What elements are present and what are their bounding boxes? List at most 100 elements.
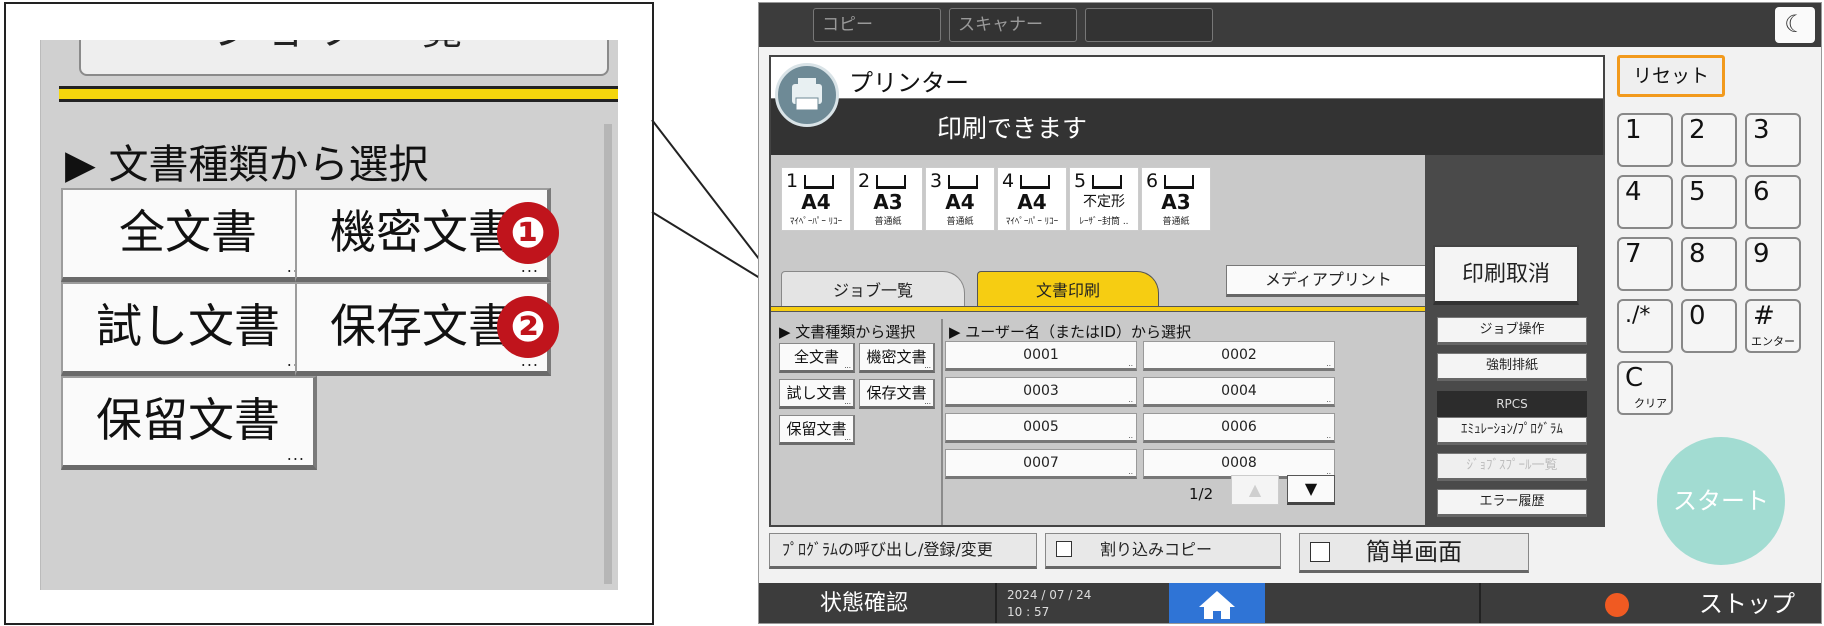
key-0[interactable]: 0 xyxy=(1681,299,1737,353)
user-button-0004[interactable]: 0004.. xyxy=(1143,377,1335,407)
user-button-0006[interactable]: 0006.. xyxy=(1143,413,1335,443)
tray-type: ﾏｲﾍﾟｰﾊﾟｰ ﾘｺｰ xyxy=(1005,217,1059,227)
key-label: 8 xyxy=(1689,239,1706,269)
key-5[interactable]: 5 xyxy=(1681,175,1737,229)
tray-number: 3 xyxy=(930,170,943,192)
user-button-0003[interactable]: 0003.. xyxy=(945,377,1137,407)
more-dots: .. xyxy=(1326,396,1331,404)
confidential-docs-button[interactable]: 機密文書... xyxy=(859,343,935,373)
user-button-0007[interactable]: 0007.. xyxy=(945,449,1137,479)
program-recall-button[interactable]: ﾌﾟﾛｸﾞﾗﾑの呼び出し/登録/変更 xyxy=(769,533,1037,569)
emulation-program-button[interactable]: ｴﾐｭﾚｰｼｮﾝ/ﾌﾟﾛｸﾞﾗﾑ xyxy=(1437,417,1587,445)
user-label: 0002 xyxy=(1221,347,1257,363)
page-down-button[interactable]: ▼ xyxy=(1287,475,1335,505)
button-label: 保存文書 xyxy=(866,384,927,402)
tray-icon xyxy=(804,175,834,189)
tab-empty[interactable] xyxy=(1085,8,1213,42)
simple-screen-button[interactable]: 簡単画面 xyxy=(1299,533,1529,573)
top-bar: コピー スキャナー ☾ xyxy=(759,3,1821,47)
key-label: 3 xyxy=(1753,115,1770,145)
bottom-separator xyxy=(1479,583,1481,623)
tray-number: 2 xyxy=(858,170,871,192)
button-label: 全文書 xyxy=(793,348,839,366)
media-print-button[interactable]: メディアプリント xyxy=(1226,265,1431,297)
zoom-all-docs-button[interactable]: 全文書... xyxy=(61,188,317,282)
checkbox-icon xyxy=(1310,542,1330,562)
tray-1: 1 A4 ﾏｲﾍﾟｰﾊﾟｰ ﾘｺｰ xyxy=(781,167,851,231)
start-button[interactable]: スタート xyxy=(1657,437,1785,565)
key-label: 7 xyxy=(1625,239,1642,269)
home-button[interactable] xyxy=(1169,583,1265,623)
key-dot-star[interactable]: ./* xyxy=(1617,299,1673,353)
key-sublabel: エンター xyxy=(1751,335,1795,348)
more-dots: ... xyxy=(844,398,851,406)
moon-icon[interactable]: ☾ xyxy=(1775,7,1815,43)
status-check-button[interactable]: 状態確認 xyxy=(799,587,929,621)
key-enter[interactable]: # エンター xyxy=(1745,299,1801,353)
tray-icon xyxy=(1020,175,1050,189)
user-button-0005[interactable]: 0005.. xyxy=(945,413,1137,443)
error-log-button[interactable]: エラー履歴 xyxy=(1437,489,1587,517)
app-title: プリンター xyxy=(849,69,969,97)
all-docs-button[interactable]: 全文書... xyxy=(779,343,855,373)
key-1[interactable]: 1 xyxy=(1617,113,1673,167)
key-7[interactable]: 7 xyxy=(1617,237,1673,291)
key-3[interactable]: 3 xyxy=(1745,113,1801,167)
tab-copy[interactable]: コピー xyxy=(813,8,941,42)
more-dots: .. xyxy=(1128,396,1133,404)
reset-button[interactable]: リセット xyxy=(1617,55,1725,97)
printer-screen: プリンター 印刷できます 1 A4 ﾏｲﾍﾟｰﾊﾟｰ ﾘｺｰ 2 A3 普通紙 … xyxy=(769,55,1605,527)
key-6[interactable]: 6 xyxy=(1745,175,1801,229)
zoom-yellow-bar xyxy=(59,86,618,102)
tray-type: 普通紙 xyxy=(1162,217,1190,227)
force-eject-button[interactable]: 強制排紙 xyxy=(1437,353,1587,381)
key-2[interactable]: 2 xyxy=(1681,113,1737,167)
tab-job-list[interactable]: ジョブ一覧 xyxy=(781,271,965,307)
tray-6: 6 A3 普通紙 xyxy=(1141,167,1211,231)
zoom-section-title: ▶ 文書種類から選択 xyxy=(65,142,429,188)
stop-icon xyxy=(1605,593,1629,617)
key-label: 5 xyxy=(1689,177,1706,207)
interrupt-copy-button[interactable]: 割り込みコピー xyxy=(1045,533,1281,569)
more-dots: ... xyxy=(844,362,851,370)
key-label: 6 xyxy=(1753,177,1770,207)
key-label: 1 xyxy=(1625,115,1642,145)
key-label: C xyxy=(1625,363,1644,393)
user-label: 0005 xyxy=(1023,419,1059,435)
more-dots: .. xyxy=(1326,432,1331,440)
tray-icon xyxy=(948,175,978,189)
sample-docs-button[interactable]: 試し文書... xyxy=(779,379,855,409)
key-4[interactable]: 4 xyxy=(1617,175,1673,229)
zoom-button-label: 機密文書 xyxy=(330,205,514,259)
cancel-print-button[interactable]: 印刷取消 xyxy=(1433,245,1579,305)
tab-document-print[interactable]: 文書印刷 xyxy=(977,271,1159,307)
stop-button[interactable]: ストップ xyxy=(1699,587,1795,621)
right-function-panel: 印刷取消 ジョブ操作 強制排紙 RPCS ｴﾐｭﾚｰｼｮﾝ/ﾌﾟﾛｸﾞﾗﾑ ｼﾞ… xyxy=(1425,155,1605,527)
job-spool-list-button[interactable]: ｼﾞｮﾌﾞｽﾌﾟｰﾙ一覧 xyxy=(1437,453,1587,481)
page-up-button[interactable]: ▲ xyxy=(1231,475,1279,505)
zoom-sample-docs-button[interactable]: 試し文書... xyxy=(61,282,317,376)
key-label: 0 xyxy=(1689,301,1706,331)
tray-size: 不定形 xyxy=(1083,194,1125,210)
section-divider xyxy=(941,319,943,525)
button-label: 保留文書 xyxy=(786,420,847,438)
key-clear[interactable]: C クリア xyxy=(1617,361,1673,415)
held-docs-button[interactable]: 保留文書... xyxy=(779,415,855,445)
device-panel: コピー スキャナー ☾ プリンター 印刷できます 1 A4 ﾏｲﾍﾟｰﾊﾟｰ ﾘ… xyxy=(758,2,1822,624)
job-operation-button[interactable]: ジョブ操作 xyxy=(1437,317,1587,345)
tray-4: 4 A4 ﾏｲﾍﾟｰﾊﾟｰ ﾘｺｰ xyxy=(997,167,1067,231)
simple-screen-label: 簡単画面 xyxy=(1366,538,1462,566)
key-9[interactable]: 9 xyxy=(1745,237,1801,291)
user-button-0002[interactable]: 0002.. xyxy=(1143,341,1335,371)
more-dots: ... xyxy=(924,398,931,406)
key-8[interactable]: 8 xyxy=(1681,237,1737,291)
user-button-0001[interactable]: 0001.. xyxy=(945,341,1137,371)
more-dots: .. xyxy=(1128,432,1133,440)
zoom-held-docs-button[interactable]: 保留文書... xyxy=(61,376,317,470)
tab-scanner[interactable]: スキャナー xyxy=(949,8,1077,42)
printer-glyph xyxy=(792,78,822,111)
tray-number: 4 xyxy=(1002,170,1015,192)
stored-docs-button[interactable]: 保存文書... xyxy=(859,379,935,409)
status-bar: 印刷できます xyxy=(771,99,1603,155)
user-label: 0007 xyxy=(1023,455,1059,471)
